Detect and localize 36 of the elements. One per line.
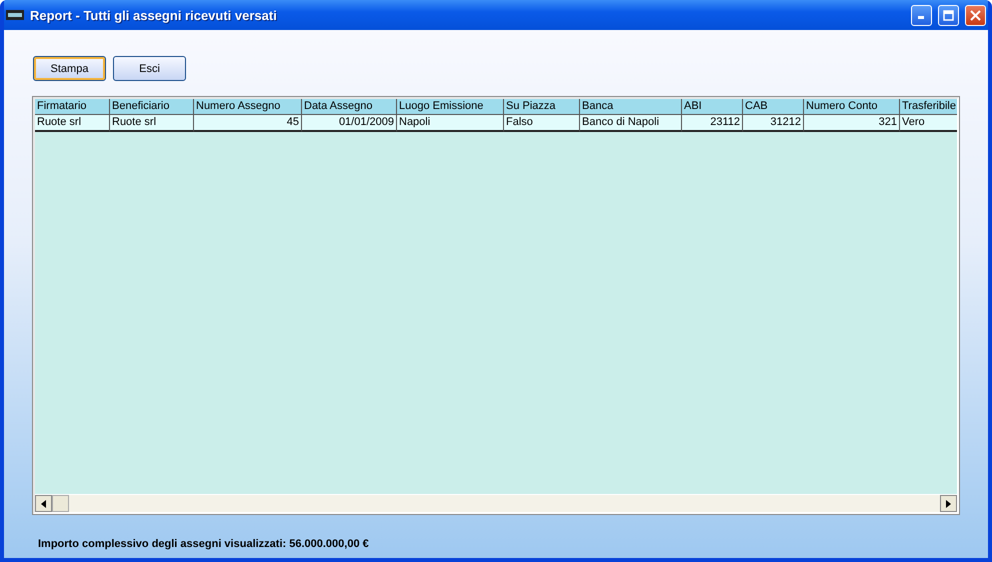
column-header[interactable]: Su Piazza <box>504 99 580 115</box>
table-cell: Napoli <box>397 115 504 132</box>
column-header[interactable]: ABI <box>682 99 743 115</box>
scroll-right-icon[interactable] <box>940 495 957 512</box>
app-icon <box>6 10 24 20</box>
table-cell: Banco di Napoli <box>580 115 682 132</box>
column-header[interactable]: Data Assegno <box>302 99 397 115</box>
window-title: Report - Tutti gli assegni ricevuti versati <box>30 8 278 22</box>
column-header[interactable]: Beneficiario <box>110 99 194 115</box>
close-icon <box>970 10 981 20</box>
table-cell: 45 <box>194 115 302 132</box>
table-cell: 31212 <box>743 115 804 132</box>
table-cell: 01/01/2009 <box>302 115 397 132</box>
maximize-button[interactable] <box>938 4 959 26</box>
column-header[interactable]: CAB <box>743 99 804 115</box>
toolbar-button[interactable]: Esci <box>113 56 186 81</box>
scroll-left-icon[interactable] <box>35 495 52 512</box>
horizontal-scrollbar[interactable] <box>35 494 957 512</box>
table-cell: Ruote srl <box>35 115 110 132</box>
table-cell: Ruote srl <box>110 115 194 132</box>
table-cell: 23112 <box>682 115 743 132</box>
table-cell: Falso <box>504 115 580 132</box>
column-header[interactable]: Numero Assegno <box>194 99 302 115</box>
column-header[interactable]: Numero Conto <box>804 99 900 115</box>
maximize-icon <box>943 10 954 20</box>
column-header[interactable]: Luogo Emissione <box>397 99 504 115</box>
close-button[interactable] <box>965 4 986 26</box>
table-cell: Vero <box>900 115 957 132</box>
scroll-thumb[interactable] <box>52 495 69 512</box>
column-header[interactable]: Firmatario <box>35 99 110 115</box>
toolbar-button[interactable]: Stampa <box>33 56 106 81</box>
minimize-button[interactable] <box>911 4 932 26</box>
column-header[interactable]: Banca <box>580 99 682 115</box>
table-cell: 321 <box>804 115 900 132</box>
total-amount-label: Importo complessivo degli assegni visualizzati: 56.000.000,00 € <box>37 538 370 550</box>
column-header[interactable]: Trasferibile <box>900 99 957 115</box>
